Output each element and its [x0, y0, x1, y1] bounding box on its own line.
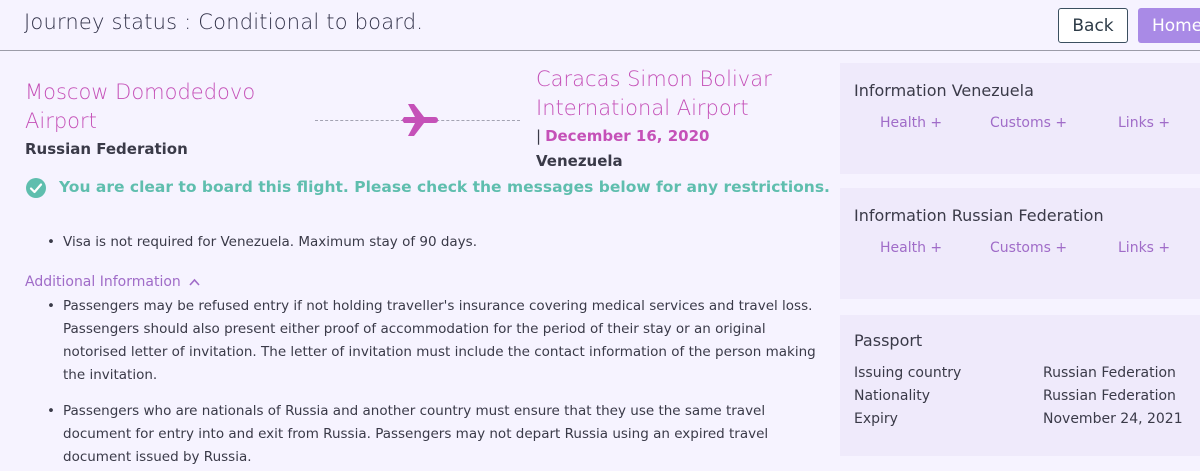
- list-item-text: Passengers who are nationals of Russia a…: [63, 403, 769, 465]
- additional-info-toggle[interactable]: Additional Information: [25, 274, 200, 290]
- passport-value: November 24, 2021: [1043, 411, 1183, 427]
- passport-value: Russian Federation: [1043, 388, 1176, 404]
- back-button[interactable]: Back: [1058, 8, 1128, 43]
- boarding-status-message: You are clear to board this flight. Plea…: [59, 178, 830, 196]
- page-title: Journey status : Conditional to board.: [24, 10, 424, 34]
- card-links: Health + Customs + Links +: [880, 115, 1200, 135]
- info-card-venezuela: Information Venezuela Health + Customs +…: [840, 63, 1200, 174]
- customs-link[interactable]: Customs +: [990, 115, 1067, 131]
- destination-airport: Caracas Simon Bolivar International Airp…: [536, 67, 772, 120]
- home-button[interactable]: Home: [1138, 8, 1200, 43]
- links-link[interactable]: Links +: [1118, 240, 1170, 256]
- flight-date: December 16, 2020: [545, 127, 710, 145]
- passport-card: Passport Issuing country Russian Federat…: [840, 315, 1200, 456]
- flight-date-line: | December 16, 2020: [536, 127, 709, 145]
- bullet: •: [47, 403, 55, 419]
- list-item: • Passengers who are nationals of Russia…: [47, 400, 817, 469]
- chevron-up-icon: [189, 278, 200, 286]
- list-item-text: Passengers may be refused entry if not h…: [63, 298, 816, 383]
- additional-info-label: Additional Information: [25, 274, 181, 290]
- passport-label: Issuing country: [854, 365, 962, 381]
- origin-airport: Moscow Domodedovo Airport: [25, 80, 256, 133]
- card-title: Passport: [854, 331, 923, 350]
- customs-link[interactable]: Customs +: [990, 240, 1067, 256]
- links-link[interactable]: Links +: [1118, 115, 1170, 131]
- card-title: Information Venezuela: [854, 81, 1034, 100]
- date-separator: |: [536, 127, 542, 145]
- passport-value: Russian Federation: [1043, 365, 1176, 381]
- passport-label: Expiry: [854, 411, 898, 427]
- check-circle-icon: [26, 178, 46, 198]
- origin-country: Russian Federation: [25, 140, 188, 158]
- header-bar: Journey status : Conditional to board. B…: [0, 0, 1200, 51]
- additional-info-list: • Passengers may be refused entry if not…: [47, 295, 817, 471]
- health-link[interactable]: Health +: [880, 115, 942, 131]
- visa-text: Visa is not required for Venezuela. Maxi…: [63, 234, 477, 250]
- health-link[interactable]: Health +: [880, 240, 942, 256]
- bullet: •: [47, 298, 55, 314]
- card-title: Information Russian Federation: [854, 206, 1104, 225]
- card-links: Health + Customs + Links +: [880, 240, 1200, 260]
- bullet: •: [47, 234, 55, 250]
- info-card-russia: Information Russian Federation Health + …: [840, 188, 1200, 299]
- passport-label: Nationality: [854, 388, 931, 404]
- airplane-icon: [402, 104, 438, 136]
- list-item: • Passengers may be refused entry if not…: [47, 295, 817, 387]
- destination-country: Venezuela: [536, 152, 623, 170]
